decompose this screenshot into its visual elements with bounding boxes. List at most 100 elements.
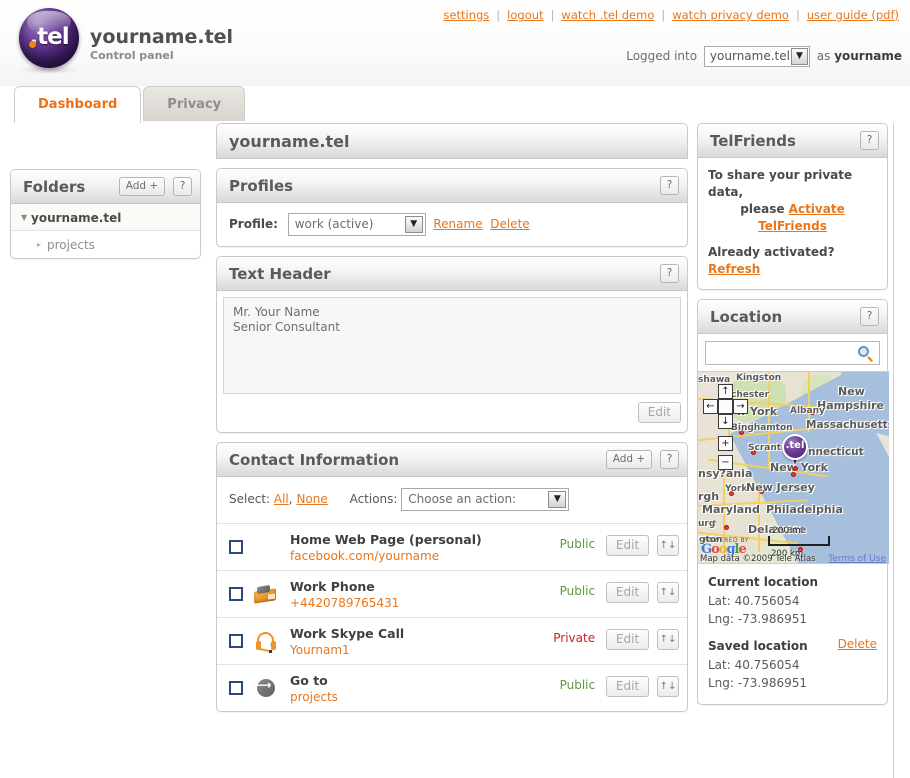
current-location-title: Current location xyxy=(708,573,877,592)
status-badge: Public xyxy=(560,537,596,551)
nav-link-watch-tel-demo[interactable]: watch .tel demo xyxy=(561,8,654,22)
profiles-help-button[interactable]: ? xyxy=(660,176,679,195)
saved-location-lat: Lat: 40.756054 xyxy=(708,656,877,674)
contact-row-checkbox[interactable] xyxy=(229,634,243,648)
account-select[interactable]: yourname.tel ▼ xyxy=(704,46,810,67)
contact-row-checkbox[interactable] xyxy=(229,681,243,695)
nav-sep: | xyxy=(496,8,500,22)
profile-delete-link[interactable]: Delete xyxy=(490,217,529,231)
brand-subtitle: Control panel xyxy=(90,49,233,63)
contact-row-name: Go to xyxy=(290,673,338,689)
contact-information-title: Contact Information xyxy=(229,451,399,469)
contact-row-reorder-icon[interactable]: ↑↓ xyxy=(657,629,679,650)
profiles-title: Profiles xyxy=(229,177,293,195)
contact-row-checkbox[interactable] xyxy=(229,540,243,554)
map-zoom-in-button[interactable]: + xyxy=(718,436,733,451)
contact-row-value[interactable]: +4420789765431 xyxy=(290,595,399,611)
table-row[interactable]: Work Skype Call Yournam1 Private Edit ↑↓ xyxy=(217,617,687,664)
tab-privacy[interactable]: Privacy xyxy=(143,86,245,123)
contact-select-all-link[interactable]: All xyxy=(274,492,289,506)
headset-icon xyxy=(253,629,279,655)
folders-title: Folders xyxy=(23,178,85,196)
location-search-input[interactable] xyxy=(705,341,880,365)
contact-row-edit-button[interactable]: Edit xyxy=(606,629,649,650)
logo-orange-dot-icon xyxy=(29,41,36,48)
telfriends-help-button[interactable]: ? xyxy=(860,131,879,150)
text-header-title: Text Header xyxy=(229,265,331,283)
sidebar-item-label: projects xyxy=(47,238,95,252)
logged-in-bar: Logged into yourname.tel ▼ as yourname xyxy=(626,46,902,67)
contact-add-button[interactable]: Add + xyxy=(606,450,652,469)
telfriends-panel-header: TelFriends ? xyxy=(698,124,887,158)
table-row[interactable]: Home Web Page (personal) facebook.com/yo… xyxy=(217,523,687,570)
map-marker-pin[interactable]: .tel xyxy=(782,434,808,468)
map-pan-up-button[interactable]: ↑ xyxy=(718,384,733,399)
chevron-down-icon[interactable]: ▼ xyxy=(21,204,31,231)
profile-rename-link[interactable]: Rename xyxy=(433,217,482,231)
location-help-button[interactable]: ? xyxy=(860,307,879,326)
telfriends-already-label: Already activated? xyxy=(708,245,835,259)
text-header-edit-button[interactable]: Edit xyxy=(638,402,681,423)
logo-text: .tel xyxy=(19,24,79,50)
contact-row-checkbox[interactable] xyxy=(229,587,243,601)
nav-link-logout[interactable]: logout xyxy=(507,8,543,22)
map-pan-right-button[interactable]: → xyxy=(733,399,748,414)
sidebar-item-projects[interactable]: ▸projects xyxy=(11,231,200,258)
map-label: Massachusetts xyxy=(806,419,889,431)
location-map[interactable]: shawa Kingston chester New Hampshire w Y… xyxy=(698,371,889,564)
contact-row-reorder-icon[interactable]: ↑↓ xyxy=(657,676,679,697)
contact-row-reorder-icon[interactable]: ↑↓ xyxy=(657,535,679,556)
folders-panel-header: Folders Add + ? xyxy=(11,170,200,204)
map-label: New xyxy=(838,385,865,398)
folders-sidebar: Folders Add + ? ▼yourname.tel ▸projects xyxy=(10,169,201,259)
text-header-panel: Text Header ? Mr. Your Name Senior Consu… xyxy=(216,256,688,433)
text-header-content[interactable]: Mr. Your Name Senior Consultant xyxy=(223,297,681,394)
folders-help-button[interactable]: ? xyxy=(173,177,192,196)
profile-select[interactable]: work (active) ▼ xyxy=(288,213,426,236)
contact-row-texts: Home Web Page (personal) facebook.com/yo… xyxy=(290,532,482,564)
folders-add-button[interactable]: Add + xyxy=(119,177,165,196)
contact-actions-select[interactable]: Choose an action: ▼ xyxy=(401,488,569,511)
contact-row-value[interactable]: facebook.com/yourname xyxy=(290,548,482,564)
map-label: Philadelphia xyxy=(766,503,843,516)
location-info: Current location Lat: 40.756054 Lng: -73… xyxy=(698,564,887,704)
location-search-row xyxy=(698,334,887,371)
nav-link-watch-privacy-demo[interactable]: watch privacy demo xyxy=(672,8,789,22)
map-label: urg xyxy=(698,519,715,529)
tab-dashboard-label: Dashboard xyxy=(38,97,117,112)
chevron-right-icon[interactable]: ▸ xyxy=(37,231,47,258)
map-center-button[interactable] xyxy=(718,399,733,414)
status-badge: Private xyxy=(553,631,595,645)
map-label: rgh xyxy=(698,490,719,503)
contact-row-value[interactable]: Yournam1 xyxy=(290,642,404,658)
saved-location-delete-link[interactable]: Delete xyxy=(838,637,877,651)
nav-link-settings[interactable]: settings xyxy=(443,8,489,22)
telfriends-refresh-link[interactable]: Refresh xyxy=(708,262,760,276)
telfriends-title: TelFriends xyxy=(710,132,796,150)
chevron-down-icon[interactable]: ▼ xyxy=(791,48,808,65)
sidebar-item-yourname-tel[interactable]: ▼yourname.tel xyxy=(11,204,200,231)
contact-row-edit-button[interactable]: Edit xyxy=(606,676,649,697)
contact-row-name: Work Phone xyxy=(290,579,399,595)
map-zoom-out-button[interactable]: − xyxy=(718,455,733,470)
chevron-down-icon[interactable]: ▼ xyxy=(405,216,423,233)
map-terms-of-use-link[interactable]: Terms of Use xyxy=(828,554,886,564)
search-icon[interactable] xyxy=(857,345,874,362)
contact-select-none-link[interactable]: None xyxy=(296,492,327,506)
map-pan-down-button[interactable]: ↓ xyxy=(718,414,733,429)
map-marker-label: .tel xyxy=(784,440,806,451)
map-pan-left-button[interactable]: ← xyxy=(703,399,718,414)
text-header-help-button[interactable]: ? xyxy=(660,264,679,283)
contact-row-edit-button[interactable]: Edit xyxy=(606,535,649,556)
contact-help-button[interactable]: ? xyxy=(660,450,679,469)
tab-dashboard[interactable]: Dashboard xyxy=(14,86,141,123)
chevron-down-icon[interactable]: ▼ xyxy=(548,491,566,508)
contact-select-label: Select: xyxy=(229,492,270,506)
contact-row-reorder-icon[interactable]: ↑↓ xyxy=(657,582,679,603)
nav-link-user-guide-pdf[interactable]: user guide (pdf) xyxy=(807,8,899,22)
table-row[interactable]: Work Phone +4420789765431 Public Edit ↑↓ xyxy=(217,570,687,617)
contact-row-edit-button[interactable]: Edit xyxy=(606,582,649,603)
contact-row-value[interactable]: projects xyxy=(290,689,338,705)
contact-row-name: Work Skype Call xyxy=(290,626,404,642)
table-row[interactable]: ⟶ Go to projects Public Edit ↑↓ xyxy=(217,664,687,711)
